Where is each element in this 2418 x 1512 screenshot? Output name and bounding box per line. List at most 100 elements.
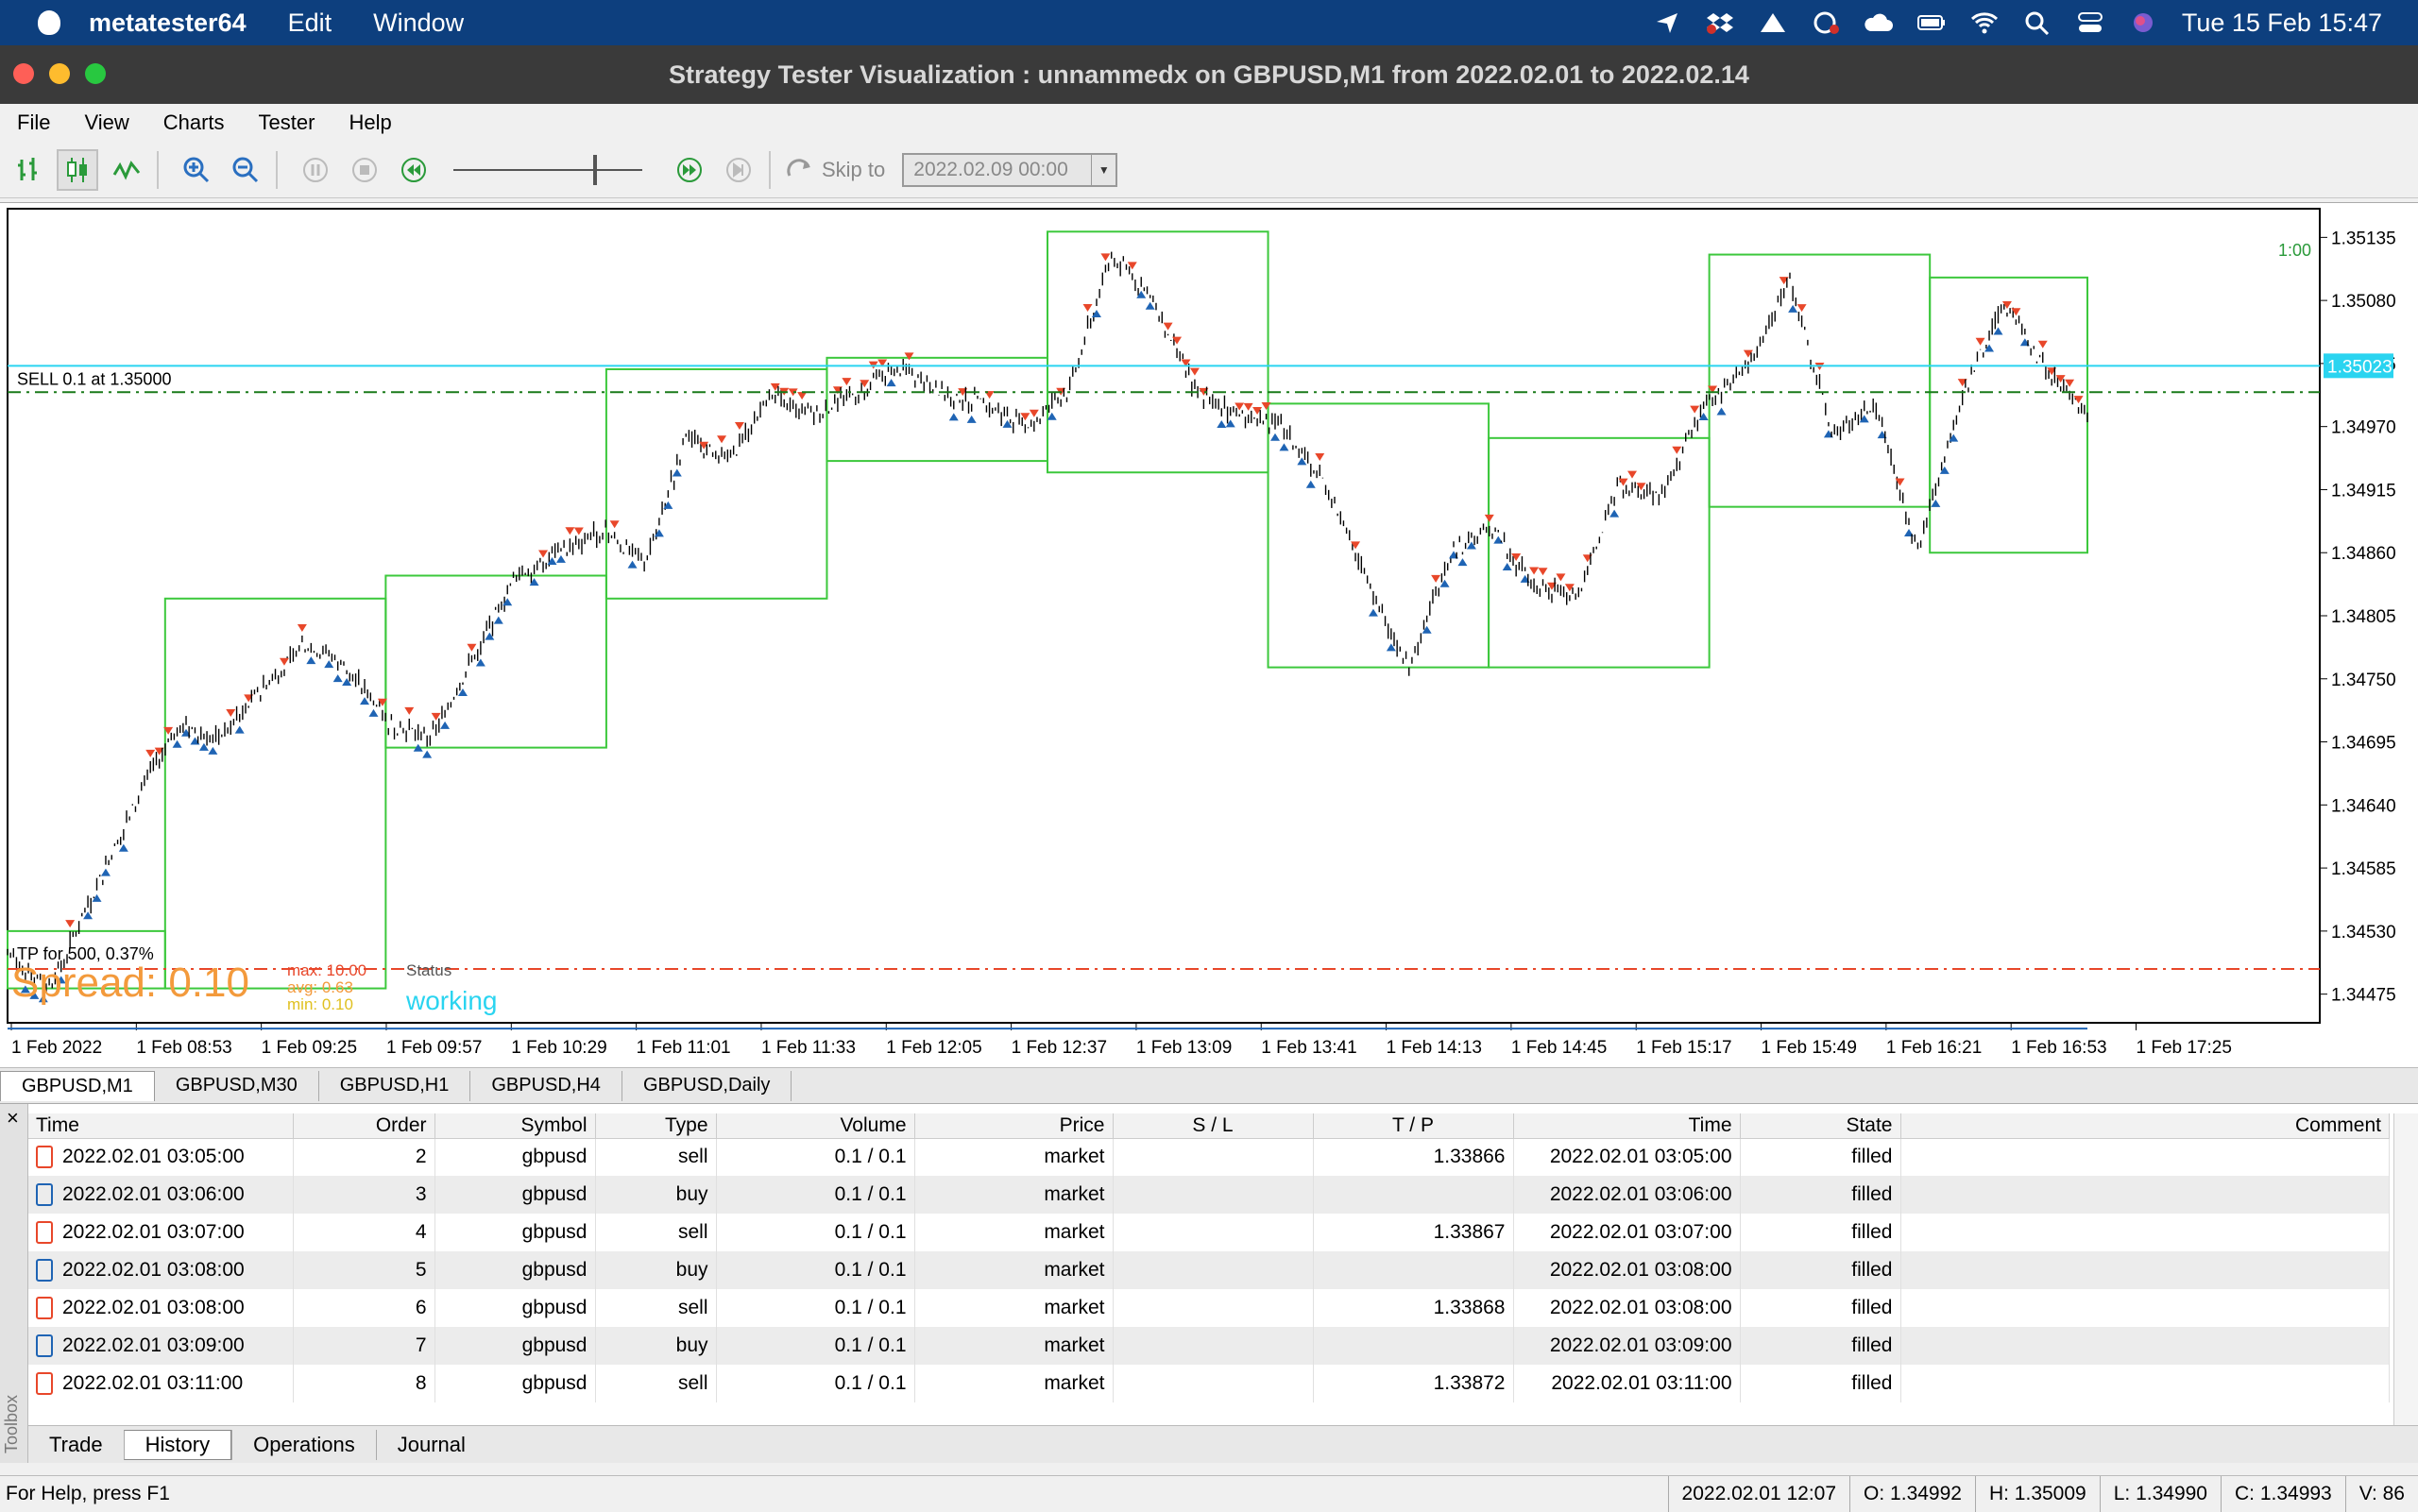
cell-order: 5	[293, 1251, 435, 1289]
cell-time-text: 2022.02.01 03:07:00	[62, 1220, 245, 1243]
table-row[interactable]: 2022.02.01 03:06:00 3 gbpusd buy 0.1 / 0.1 ma…	[28, 1176, 2390, 1214]
cell-time: 2022.02.01 03:05:00	[28, 1138, 294, 1176]
app-menu[interactable]: metatester64	[89, 8, 247, 38]
table-row[interactable]: 2022.02.01 03:05:00 2 gbpusd sell 0.1 / 0.1 m…	[28, 1138, 2390, 1176]
cell-symbol: gbpusd	[434, 1289, 596, 1327]
tab-trade[interactable]: Trade	[28, 1430, 124, 1460]
tab-operations[interactable]: Operations	[231, 1429, 376, 1460]
slow-down-button[interactable]	[393, 149, 434, 191]
cell-comment	[1900, 1327, 2390, 1365]
tab-history[interactable]: History	[123, 1429, 232, 1460]
y-tick-label: 1.34475	[2331, 986, 2396, 1006]
cell-time-done: 2022.02.01 03:08:00	[1513, 1289, 1741, 1327]
cloud-sync-icon[interactable]	[1865, 10, 1893, 35]
tab-journal[interactable]: Journal	[375, 1429, 486, 1460]
y-tick-label: 1.34915	[2331, 481, 2396, 501]
drive-icon[interactable]	[1759, 10, 1787, 35]
candlestick-icon	[67, 157, 87, 182]
cell-tp: 1.33867	[1313, 1214, 1514, 1251]
cell-comment	[1900, 1176, 2390, 1214]
bar-chart-button[interactable]	[8, 149, 49, 191]
price-chart[interactable]: 1.351351.350801.350251.349701.349151.348…	[0, 202, 2418, 1069]
orders-table: Time Order Symbol Type Volume Price S / …	[28, 1113, 2390, 1402]
status-ohlc: 2022.02.01 12:07 O: 1.34992 H: 1.35009 L…	[1667, 1475, 2418, 1512]
mac-menu-edit[interactable]: Edit	[288, 8, 332, 38]
creative-cloud-icon[interactable]	[1812, 10, 1840, 35]
col-volume[interactable]: Volume	[716, 1113, 915, 1139]
cell-time-done: 2022.02.01 03:05:00	[1513, 1138, 1741, 1176]
line-chart-button[interactable]	[106, 149, 147, 191]
cell-price: market	[914, 1365, 1114, 1402]
col-time[interactable]: Time	[28, 1113, 294, 1139]
clock[interactable]: Tue 15 Feb 15:47	[2182, 8, 2382, 38]
cell-symbol: gbpusd	[434, 1138, 596, 1176]
cell-time: 2022.02.01 03:07:00	[28, 1214, 294, 1251]
menu-file[interactable]: File	[17, 110, 50, 135]
col-price[interactable]: Price	[914, 1113, 1114, 1139]
battery-icon[interactable]	[1916, 10, 1946, 35]
status-high: H: 1.35009	[1974, 1475, 2100, 1512]
table-row[interactable]: 2022.02.01 03:11:00 8 gbpusd sell 0.1 / 0.1 m…	[28, 1365, 2390, 1402]
cell-time-done: 2022.02.01 03:08:00	[1513, 1251, 1741, 1289]
x-tick-label: 1 Feb 14:13	[1387, 1038, 1482, 1058]
zoom-in-button[interactable]	[176, 149, 217, 191]
stop-button[interactable]	[344, 149, 385, 191]
siri-icon[interactable]	[2129, 10, 2157, 35]
col-tp[interactable]: T / P	[1313, 1113, 1514, 1139]
cell-time-text: 2022.02.01 03:06:00	[62, 1182, 245, 1205]
mac-menu-window[interactable]: Window	[373, 8, 464, 38]
table-header-row: Time Order Symbol Type Volume Price S / …	[28, 1113, 2390, 1139]
table-row[interactable]: 2022.02.01 03:08:00 6 gbpusd sell 0.1 / 0.1 m…	[28, 1289, 2390, 1327]
cell-state: filled	[1740, 1214, 1901, 1251]
chart-tab-gbpusd-h4[interactable]: GBPUSD,H4	[470, 1070, 622, 1101]
dropbox-icon[interactable]	[1706, 10, 1734, 35]
table-row[interactable]: 2022.02.01 03:09:00 7 gbpusd buy 0.1 / 0.1 ma…	[28, 1327, 2390, 1365]
skip-to-date-field[interactable]: 2022.02.09 00:00 ▼	[902, 152, 1118, 187]
toolbar-separator	[157, 150, 159, 189]
wifi-icon[interactable]	[1970, 10, 1999, 35]
pause-button[interactable]	[295, 149, 336, 191]
sell-order-label: SELL 0.1 at 1.35000	[17, 369, 171, 388]
col-type[interactable]: Type	[595, 1113, 717, 1139]
candlestick-chart-button[interactable]	[57, 148, 98, 191]
col-state[interactable]: State	[1740, 1113, 1901, 1139]
speed-slider[interactable]	[453, 149, 642, 191]
app-menubar: File View Charts Tester Help	[0, 104, 2418, 142]
zoom-out-button[interactable]	[225, 149, 266, 191]
table-row[interactable]: 2022.02.01 03:07:00 4 gbpusd sell 0.1 / 0.1 m…	[28, 1214, 2390, 1251]
col-symbol[interactable]: Symbol	[434, 1113, 596, 1139]
chevron-down-icon[interactable]: ▼	[1091, 154, 1115, 185]
skip-to-button[interactable]: Skip to	[786, 157, 885, 183]
speed-slider-knob[interactable]	[593, 154, 597, 185]
chart-tab-gbpusd-m30[interactable]: GBPUSD,M30	[155, 1070, 319, 1101]
minimize-window-button[interactable]	[49, 63, 70, 84]
speed-up-button[interactable]	[669, 149, 710, 191]
table-row[interactable]: 2022.02.01 03:08:00 5 gbpusd buy 0.1 / 0.1 ma…	[28, 1251, 2390, 1289]
menu-help[interactable]: Help	[349, 110, 391, 135]
location-icon[interactable]	[1653, 10, 1681, 35]
col-time-done[interactable]: Time	[1513, 1113, 1741, 1139]
table-scrollbar[interactable]	[2393, 1113, 2418, 1425]
cell-order: 2	[293, 1138, 435, 1176]
menu-tester[interactable]: Tester	[259, 110, 315, 135]
close-window-button[interactable]	[13, 63, 34, 84]
control-center-icon[interactable]	[2076, 10, 2104, 35]
chart-tab-gbpusd-daily[interactable]: GBPUSD,Daily	[622, 1070, 792, 1101]
menu-view[interactable]: View	[84, 110, 128, 135]
spotlight-search-icon[interactable]	[2023, 10, 2052, 35]
cell-symbol: gbpusd	[434, 1365, 596, 1402]
plot-area[interactable]	[7, 208, 2321, 1024]
cell-sl	[1113, 1365, 1314, 1402]
chart-tab-gbpusd-h1[interactable]: GBPUSD,H1	[319, 1070, 471, 1101]
col-sl[interactable]: S / L	[1113, 1113, 1314, 1139]
chart-canvas[interactable]: 1.351351.350801.350251.349701.349151.348…	[0, 203, 2418, 1068]
col-order[interactable]: Order	[293, 1113, 435, 1139]
zoom-window-button[interactable]	[85, 63, 106, 84]
close-icon[interactable]: ×	[7, 1106, 19, 1130]
chart-tab-gbpusd-m1[interactable]: GBPUSD,M1	[0, 1070, 155, 1101]
apple-icon[interactable]	[38, 10, 60, 35]
col-comment[interactable]: Comment	[1900, 1113, 2390, 1139]
cell-comment	[1900, 1289, 2390, 1327]
menu-charts[interactable]: Charts	[163, 110, 225, 135]
skip-end-button[interactable]	[718, 149, 759, 191]
